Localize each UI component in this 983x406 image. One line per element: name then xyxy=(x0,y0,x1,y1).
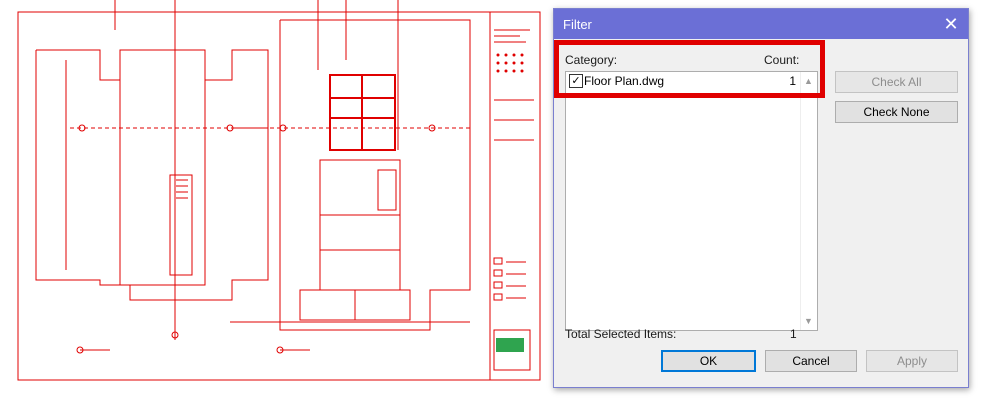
cad-floor-plan-drawing xyxy=(17,0,541,381)
scroll-down-icon[interactable]: ▼ xyxy=(804,316,813,326)
check-all-button[interactable]: Check All xyxy=(835,71,958,93)
check-none-button[interactable]: Check None xyxy=(835,101,958,123)
list-scrollbar[interactable]: ▲ ▼ xyxy=(800,72,817,330)
highlight-annotation-box xyxy=(554,40,825,98)
apply-button[interactable]: Apply xyxy=(866,350,958,372)
ok-button[interactable]: OK xyxy=(661,350,756,372)
category-list[interactable]: ✓ Floor Plan.dwg 1 ▲ ▼ xyxy=(565,71,818,331)
dialog-title: Filter xyxy=(563,17,592,32)
cancel-button[interactable]: Cancel xyxy=(765,350,857,372)
total-selected-value: 1 xyxy=(790,327,797,341)
dialog-titlebar[interactable]: Filter ✕ xyxy=(554,9,968,39)
close-icon[interactable]: ✕ xyxy=(938,12,964,36)
total-selected-label: Total Selected Items: xyxy=(565,327,677,341)
